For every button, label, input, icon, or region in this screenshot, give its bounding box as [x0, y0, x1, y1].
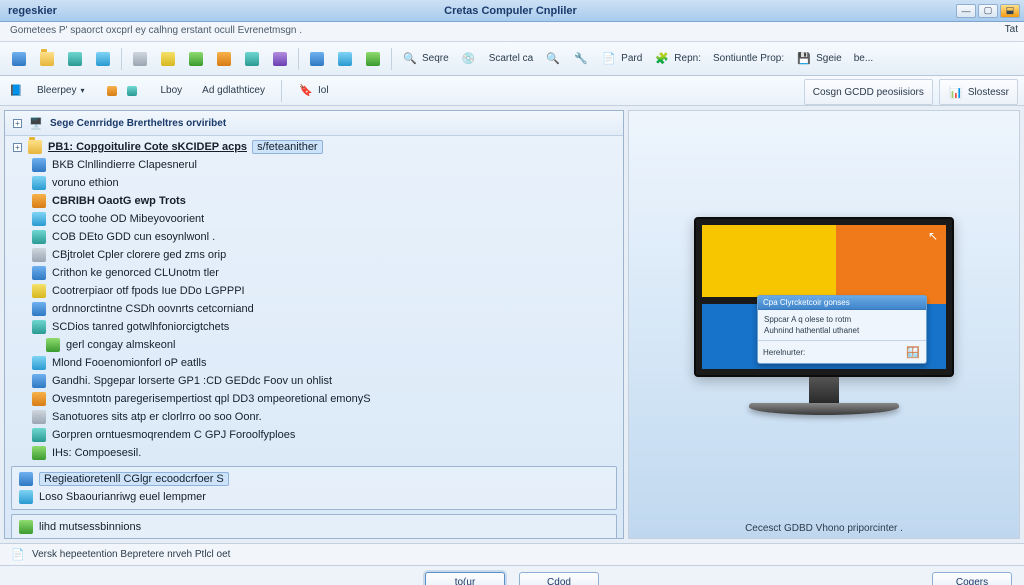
primary-button[interactable]: to(ur [425, 572, 505, 585]
tree-header[interactable]: + 🖥️ Sege Cenrridge Brertheltres orvirib… [5, 111, 623, 136]
preview-pane: Cpa Clyrcketcoir gonses Sppcar A q olese… [628, 110, 1020, 539]
popup-title: Cpa Clyrcketcoir gonses [758, 296, 926, 310]
book-icon: 📘 [8, 83, 24, 99]
right-button[interactable]: Cogers [932, 572, 1012, 585]
save-icon: 💾 [796, 51, 812, 67]
app-name: regeskier [0, 5, 65, 17]
subtitle-text: Gometees P' spaorct oxcprl ey calhng ers… [10, 25, 302, 36]
repair-icon: 🧩 [654, 51, 670, 67]
secondary-toolbar: 📘 Bleerpey▾ Lboy Ad gdlathticey 🔖Iol Cos… [0, 76, 1024, 106]
right-tab-cosgn[interactable]: Cosgn GCDD peosiisiors [804, 79, 933, 105]
tree-node[interactable]: BKB Clnllindierre Clapesnerul [9, 156, 619, 174]
tb-wrench-button[interactable]: 🔧 [568, 46, 594, 72]
tree-node[interactable]: +PB1: Copgoitulire Cote sKCIDEP acpss/fe… [9, 138, 619, 156]
subtitle-right-tab[interactable]: Tat [1005, 24, 1018, 35]
cursor-icon: ↖ [928, 229, 938, 243]
tb-scan-button[interactable] [239, 46, 265, 72]
secondary-button[interactable]: Cdod [519, 572, 599, 585]
tree-node[interactable]: IHs: Compoesesil. [9, 444, 619, 462]
tree-node[interactable]: CBRIBH OaotG ewp Trots [9, 192, 619, 210]
tab-adgd[interactable]: Ad gdlathticey [195, 81, 272, 100]
tree-node[interactable]: lihd mutsessbinnions [14, 518, 614, 536]
chart-icon: 📊 [948, 84, 964, 100]
print-icon: 📄 [601, 51, 617, 67]
titlebar: regeskier Cretas Compuler Cnpliler — ▢ ⬓ [0, 0, 1024, 22]
tree-node[interactable]: CCO toohe OD Mibeyovoorient [9, 210, 619, 228]
tb-key-button[interactable] [155, 46, 181, 72]
popup-icon: 🪟 [905, 344, 921, 360]
tb-schedule-button[interactable]: Sontiuntle Prop: [708, 46, 789, 72]
tree-node[interactable]: SCDios tanred gotwlhfoniorcigtchets [9, 318, 619, 336]
tb-tile2-button[interactable] [332, 46, 358, 72]
tree-node[interactable]: Crithon ke genorced CLUnotm tler [9, 264, 619, 282]
tree-group: lihd mutsessbinnions Snescter1sirothini … [11, 514, 617, 538]
tab-bleerpey[interactable]: Bleerpey▾ [30, 81, 91, 100]
computer-icon: 🖥️ [28, 115, 44, 131]
popup-foot-label: Herelnurter: [763, 348, 805, 357]
app-button[interactable]: ⬓ [1000, 4, 1020, 18]
tb-cd-button[interactable]: 💿 [456, 46, 482, 72]
tb-doc-button[interactable] [127, 46, 153, 72]
tb-repair-button[interactable]: 🧩Repn: [649, 46, 706, 72]
tb-tile3-button[interactable] [360, 46, 386, 72]
popup-line: Auhnind hathentlal uthanet [764, 325, 920, 336]
tb-search-button[interactable]: 🔍Seqre [397, 46, 454, 72]
status-bar: 📄 Versk hepeetention Bepretere nrveh Ptl… [0, 543, 1024, 565]
tree-node[interactable]: voruno ethion [9, 174, 619, 192]
tree-node[interactable]: Snescter1sirothini his hnoicad oxl totf! [14, 536, 614, 538]
tb-monitor-button[interactable] [6, 46, 32, 72]
search-icon: 🔍 [402, 51, 418, 67]
tree-node[interactable]: Gandhi. Spgepar lorserte GP1 :CD GEDdc F… [9, 372, 619, 390]
tree-node[interactable]: Sanotuores sits atp er clorlrro oo soo O… [9, 408, 619, 426]
tree-node[interactable]: COB DEto GDD cun esoynlwonl . [9, 228, 619, 246]
flag-icon: 🔖 [298, 83, 314, 99]
tb-shield-button[interactable] [211, 46, 237, 72]
main-toolbar: 🔍Seqre 💿 Scartel ca 🔍 🔧 📄Pard 🧩Repn: Son… [0, 42, 1024, 76]
tree-node[interactable]: Cootrerpiaor otf fpods Iue DDo LGPPPI [9, 282, 619, 300]
wrench-icon: 🔧 [573, 51, 589, 67]
preview-caption: Cecesct GDBD Vhono priporcinter . [745, 515, 903, 538]
tb-display-button[interactable] [62, 46, 88, 72]
tb-settings-button[interactable] [267, 46, 293, 72]
main-area: + 🖥️ Sege Cenrridge Brertheltres orvirib… [0, 106, 1024, 543]
tab-lboy[interactable]: Lboy [153, 81, 189, 100]
minimize-button[interactable]: — [956, 4, 976, 18]
tree-pane: + 🖥️ Sege Cenrridge Brertheltres orvirib… [4, 110, 624, 539]
tb-folder-button[interactable] [34, 46, 60, 72]
tb-save-button[interactable]: 💾Sgeie [791, 46, 847, 72]
tree-node[interactable]: ordnnorctintne CSDh oovnrts cetcorniand [9, 300, 619, 318]
tb-more-button[interactable]: be... [849, 46, 878, 72]
tb-refresh-button[interactable] [183, 46, 209, 72]
maximize-button[interactable]: ▢ [978, 4, 998, 18]
dialog-buttons: to(ur Cdod Cogers [0, 565, 1024, 585]
subtitle-strip: Gometees P' spaorct oxcprl ey calhng ers… [0, 22, 1024, 42]
tree-header-label: Sege Cenrridge Brertheltres orviribet [50, 118, 226, 129]
tree-node[interactable]: CBjtrolet Cpler clorere ged zms orip [9, 246, 619, 264]
zoom-icon: 🔍 [545, 51, 561, 67]
status-icon: 📄 [10, 547, 26, 563]
popup-line: Sppcar A q olese to rotm [764, 314, 920, 325]
tb-network-button[interactable] [90, 46, 116, 72]
tb-zoom-button[interactable]: 🔍 [540, 46, 566, 72]
tree-node[interactable]: Ovesmntotn paregerisempertiost qpl DD3 o… [9, 390, 619, 408]
monitor-illustration: Cpa Clyrcketcoir gonses Sppcar A q olese… [694, 217, 954, 415]
window-title: Cretas Compuler Cnpliler [65, 5, 956, 17]
tree-node[interactable]: Regieatioretenll CGlgr ecoodcrfoer S [14, 470, 614, 488]
tree-node[interactable]: Loso Sbaourianriwg euel lempmer [14, 488, 614, 506]
right-tab-slostessr[interactable]: 📊Slostessr [939, 79, 1018, 105]
tb-tile1-button[interactable] [304, 46, 330, 72]
tab-icons[interactable] [97, 79, 147, 103]
tree-node[interactable]: gerl congay almskeonl [9, 336, 619, 354]
tb-scanbig-button[interactable]: Scartel ca [484, 46, 538, 72]
tree-group: Regieatioretenll CGlgr ecoodcrfoer S Los… [11, 466, 617, 510]
tab-iol[interactable]: 🔖Iol [291, 79, 336, 103]
expand-icon[interactable]: + [13, 119, 22, 128]
tree-node[interactable]: Gorpren orntuesmoqrendem C GPJ Foroolfyp… [9, 426, 619, 444]
disc-icon: 💿 [461, 51, 477, 67]
tree-body[interactable]: +PB1: Copgoitulire Cote sKCIDEP acpss/fe… [5, 136, 623, 538]
tree-node[interactable]: Mlond Fooenomionforl oP eatlls [9, 354, 619, 372]
screen-popup: Cpa Clyrcketcoir gonses Sppcar A q olese… [757, 295, 927, 364]
tb-print-button[interactable]: 📄Pard [596, 46, 647, 72]
status-text: Versk hepeetention Bepretere nrveh Ptlcl… [32, 549, 230, 560]
